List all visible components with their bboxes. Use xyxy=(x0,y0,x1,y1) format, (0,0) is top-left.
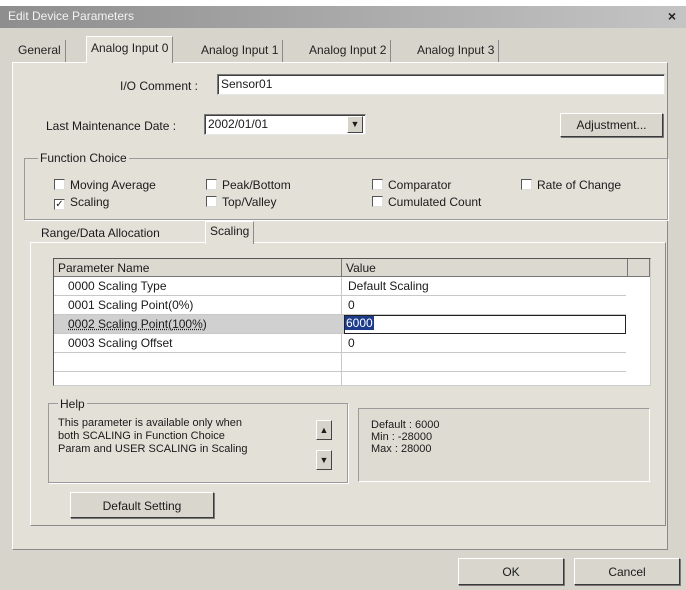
checkbox-box xyxy=(372,196,383,207)
table-row[interactable]: 0002 Scaling Point(100%) 6000 xyxy=(54,315,626,334)
io-comment-input[interactable]: Sensor01 xyxy=(217,74,665,95)
header-parameter-name[interactable]: Parameter Name xyxy=(54,259,342,277)
value-cell: 6000 xyxy=(345,316,374,330)
table-row[interactable]: 0000 Scaling Type Default Scaling xyxy=(54,277,626,296)
maintenance-date-value: 2002/01/01 xyxy=(208,117,269,131)
chevron-down-icon[interactable]: ▼ xyxy=(347,116,363,133)
comparator-checkbox[interactable]: Comparator xyxy=(372,178,451,192)
close-icon[interactable]: × xyxy=(664,7,680,25)
checkbox-box xyxy=(206,179,217,190)
parameter-name-cell: 0001 Scaling Point(0%) xyxy=(68,298,194,312)
checkbox-box xyxy=(521,179,532,190)
maintenance-date-label: Last Maintenance Date : xyxy=(46,119,177,133)
max-value-text: Max : 28000 xyxy=(371,443,432,455)
tab-general[interactable]: General xyxy=(14,40,66,62)
tab-scaling[interactable]: Scaling xyxy=(205,221,255,244)
header-value[interactable]: Value xyxy=(342,259,628,277)
help-title: Help xyxy=(58,397,87,411)
parameter-name-cell: 0003 Scaling Offset xyxy=(68,336,173,350)
scroll-down-icon[interactable]: ▼ xyxy=(316,450,332,470)
io-comment-label: I/O Comment : xyxy=(120,79,199,93)
cumulated-count-checkbox[interactable]: Cumulated Count xyxy=(372,195,481,209)
tab-analog-input-0[interactable]: Analog Input 0 xyxy=(86,36,174,63)
function-choice-title: Function Choice xyxy=(38,151,129,165)
value-cell: Default Scaling xyxy=(348,279,429,293)
tab-analog-input-3[interactable]: Analog Input 3 xyxy=(413,40,500,62)
tab-analog-input-2[interactable]: Analog Input 2 xyxy=(305,40,392,62)
checkbox-box xyxy=(54,179,65,190)
window-title: Edit Device Parameters xyxy=(8,9,135,23)
tab-analog-input-1[interactable]: Analog Input 1 xyxy=(197,40,284,62)
parameter-name-cell: 0000 Scaling Type xyxy=(68,279,167,293)
value-edit-input[interactable]: 6000 xyxy=(344,315,626,334)
checkbox-box xyxy=(206,196,217,207)
range-info-box: Default : 6000 Min : -28000 Max : 28000 xyxy=(358,408,650,482)
parameter-name-cell: 0002 Scaling Point(100%) xyxy=(68,317,207,331)
header-spacer xyxy=(628,259,650,277)
moving-average-checkbox[interactable]: Moving Average xyxy=(54,178,156,192)
table-row[interactable]: 0003 Scaling Offset 0 xyxy=(54,334,626,353)
tab-range-data-allocation[interactable]: Range/Data Allocation xyxy=(37,224,164,244)
table-row[interactable]: 0001 Scaling Point(0%) 0 xyxy=(54,296,626,315)
title-bar: Edit Device Parameters × xyxy=(0,6,686,28)
value-cell: 0 xyxy=(348,336,355,350)
help-text: This parameter is available only when bo… xyxy=(58,417,248,455)
top-valley-checkbox[interactable]: Top/Valley xyxy=(206,195,276,209)
scroll-up-icon[interactable]: ▲ xyxy=(316,420,332,440)
value-cell: 0 xyxy=(348,298,355,312)
ok-button[interactable]: OK xyxy=(458,558,564,585)
min-value-text: Min : -28000 xyxy=(371,431,433,443)
peak-bottom-checkbox[interactable]: Peak/Bottom xyxy=(206,178,291,192)
adjustment-button[interactable]: Adjustment... xyxy=(560,113,663,137)
maintenance-date-combo[interactable]: 2002/01/01 xyxy=(204,114,366,135)
cancel-button[interactable]: Cancel xyxy=(574,558,680,585)
default-value-text: Default : 6000 xyxy=(371,419,440,431)
check-icon: ✓ xyxy=(54,199,65,210)
checkbox-box xyxy=(372,179,383,190)
scaling-checkbox[interactable]: ✓ Scaling xyxy=(54,195,109,210)
parameter-grid: Parameter Name Value 0000 Scaling Type D… xyxy=(53,258,651,386)
default-setting-button[interactable]: Default Setting xyxy=(70,492,214,518)
table-row[interactable] xyxy=(54,353,626,372)
rate-of-change-checkbox[interactable]: Rate of Change xyxy=(521,178,621,192)
